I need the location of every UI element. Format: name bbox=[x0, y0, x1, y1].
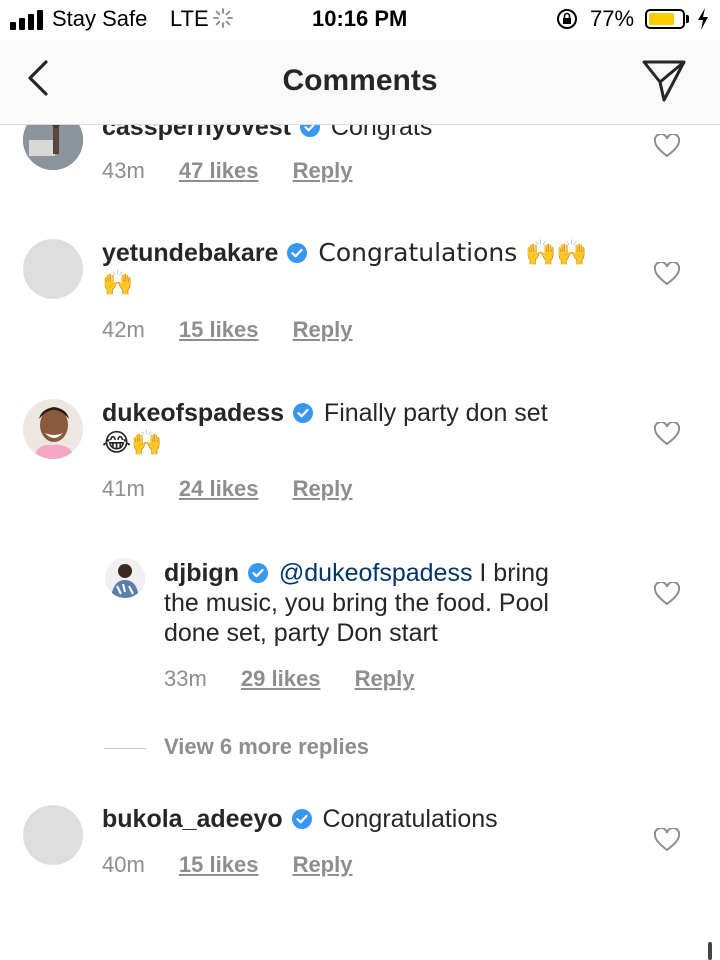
likes-link[interactable]: 47 likes bbox=[179, 158, 259, 183]
comment-age: 43m bbox=[102, 158, 145, 183]
comment-age: 40m bbox=[102, 852, 145, 877]
likes-link[interactable]: 29 likes bbox=[241, 666, 321, 691]
scroll-indicator[interactable] bbox=[708, 942, 712, 960]
comment-body: I bring bbox=[472, 559, 549, 587]
reply-button[interactable]: Reply bbox=[293, 476, 353, 501]
comment-username[interactable]: djbign bbox=[164, 559, 239, 587]
likes-link[interactable]: 15 likes bbox=[179, 317, 259, 342]
comment-body-line2: 🙌 bbox=[102, 268, 134, 297]
comment-meta: 43m 47 likes Reply bbox=[102, 158, 380, 184]
reply-button[interactable]: Reply bbox=[293, 852, 353, 877]
avatar[interactable] bbox=[23, 239, 83, 299]
heart-icon[interactable] bbox=[654, 134, 680, 158]
reply-button[interactable]: Reply bbox=[355, 666, 415, 691]
comment-meta: 42m 15 likes Reply bbox=[102, 317, 380, 343]
reply-button[interactable]: Reply bbox=[293, 158, 353, 183]
comment-body: Finally party don set bbox=[323, 399, 548, 427]
verified-icon bbox=[291, 809, 312, 829]
comment-age: 33m bbox=[164, 666, 207, 691]
verified-icon bbox=[247, 563, 268, 583]
heart-icon[interactable] bbox=[654, 582, 680, 606]
comment-body: Congratulations 🙌🙌 bbox=[318, 238, 588, 267]
likes-link[interactable]: 24 likes bbox=[179, 476, 259, 501]
heart-icon[interactable] bbox=[654, 828, 680, 852]
send-icon[interactable] bbox=[640, 56, 688, 104]
comment-meta: 41m 24 likes Reply bbox=[102, 476, 380, 502]
comment-age: 42m bbox=[102, 317, 145, 342]
likes-link[interactable]: 15 likes bbox=[179, 852, 259, 877]
comment-username[interactable]: yetundebakare bbox=[102, 239, 278, 267]
verified-icon bbox=[287, 243, 308, 263]
comment-text: dukeofspadess Finally party don set 😂🙌 bbox=[102, 398, 548, 458]
mention-link[interactable]: @dukeofspadess bbox=[279, 559, 473, 587]
reply-item: djbign @dukeofspadess I bring the music,… bbox=[0, 550, 720, 710]
comment-meta: 40m 15 likes Reply bbox=[102, 852, 380, 878]
comment-item: yetundebakare Congratulations 🙌🙌 🙌 42m 1… bbox=[0, 230, 720, 360]
comment-text: yetundebakare Congratulations 🙌🙌 🙌 bbox=[102, 238, 587, 298]
avatar-photo bbox=[23, 399, 83, 459]
comment-body-line2: the music, you bring the food. Pool bbox=[164, 589, 549, 617]
avatar-photo bbox=[105, 558, 145, 598]
comment-text: bukola_adeeyo Congratulations bbox=[102, 804, 498, 834]
divider-line bbox=[104, 748, 146, 749]
comment-text: djbign @dukeofspadess I bring the music,… bbox=[164, 558, 549, 648]
heart-icon[interactable] bbox=[654, 422, 680, 446]
comment-age: 41m bbox=[102, 476, 145, 501]
comments-header: Comments bbox=[0, 40, 720, 125]
comment-body-line3: done set, party Don start bbox=[164, 619, 438, 647]
comment-body-line2: 😂🙌 bbox=[102, 428, 163, 457]
comment-meta: 33m 29 likes Reply bbox=[164, 666, 442, 692]
view-more-replies-label[interactable]: View 6 more replies bbox=[164, 734, 369, 760]
verified-icon bbox=[292, 403, 313, 423]
comment-username[interactable]: bukola_adeeyo bbox=[102, 805, 283, 833]
comment-body: Congratulations bbox=[322, 805, 498, 833]
comment-username[interactable]: dukeofspadess bbox=[102, 399, 284, 427]
page-title: Comments bbox=[282, 64, 438, 97]
avatar[interactable] bbox=[105, 558, 145, 598]
comment-item: dukeofspadess Finally party don set 😂🙌 4… bbox=[0, 390, 720, 520]
comment-item: bukola_adeeyo Congratulations 40m 15 lik… bbox=[0, 796, 720, 906]
avatar[interactable] bbox=[23, 399, 83, 459]
heart-icon[interactable] bbox=[654, 262, 680, 286]
reply-button[interactable]: Reply bbox=[293, 317, 353, 342]
avatar[interactable] bbox=[23, 805, 83, 865]
